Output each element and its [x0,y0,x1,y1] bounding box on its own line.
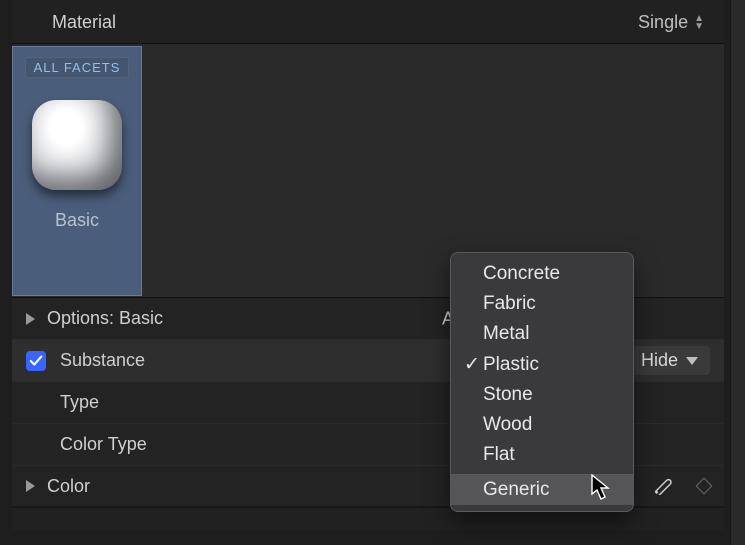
keyframe-diamond-icon[interactable] [696,478,713,495]
material-mode-label: Single [638,12,688,33]
menu-item-label: Generic [483,479,550,501]
substance-label: Substance [60,350,145,371]
material-thumbnail[interactable] [32,100,122,190]
menu-item-metal[interactable]: Metal [451,319,633,349]
menu-item-concrete[interactable]: Concrete [451,259,633,289]
color-type-label: Color Type [60,434,147,455]
all-facets-tab[interactable]: ALL FACETS [25,57,130,78]
menu-item-label: Flat [483,444,515,466]
menu-item-stone[interactable]: Stone [451,380,633,410]
menu-item-label: Metal [483,323,529,345]
substance-type-menu[interactable]: Concrete Fabric Metal ✓Plastic Stone Woo… [450,252,634,512]
substance-checkbox[interactable] [26,351,46,371]
menu-item-label: Concrete [483,263,560,285]
menu-item-label: Wood [483,414,532,436]
checkmark-icon: ✓ [461,353,483,376]
right-gutter [730,0,745,545]
menu-item-plastic[interactable]: ✓Plastic [451,349,633,380]
check-icon [29,354,43,368]
hide-button[interactable]: Hide [629,346,710,375]
color-label: Color [47,476,90,497]
menu-item-wood[interactable]: Wood [451,410,633,440]
disclosure-triangle-icon[interactable] [26,480,35,492]
menu-item-fabric[interactable]: Fabric [451,289,633,319]
updown-icon: ▲▼ [694,15,704,30]
chevron-down-icon [686,357,698,365]
panel-header: Material Single ▲▼ [12,0,724,43]
options-label: Options: Basic [47,308,163,329]
disclosure-triangle-icon[interactable] [26,313,35,325]
menu-item-label: Stone [483,384,533,406]
facet-name: Basic [55,210,99,231]
material-mode-popup[interactable]: Single ▲▼ [638,12,704,33]
type-label: Type [60,392,99,413]
eyedropper-icon[interactable] [652,473,674,500]
menu-item-flat[interactable]: Flat [451,440,633,470]
menu-item-generic[interactable]: Generic [451,475,633,505]
menu-item-label: Fabric [483,293,536,315]
menu-item-label: Plastic [483,354,539,376]
panel-title: Material [52,12,116,33]
hide-label: Hide [641,350,678,371]
facet-card[interactable]: ALL FACETS Basic [12,46,142,296]
